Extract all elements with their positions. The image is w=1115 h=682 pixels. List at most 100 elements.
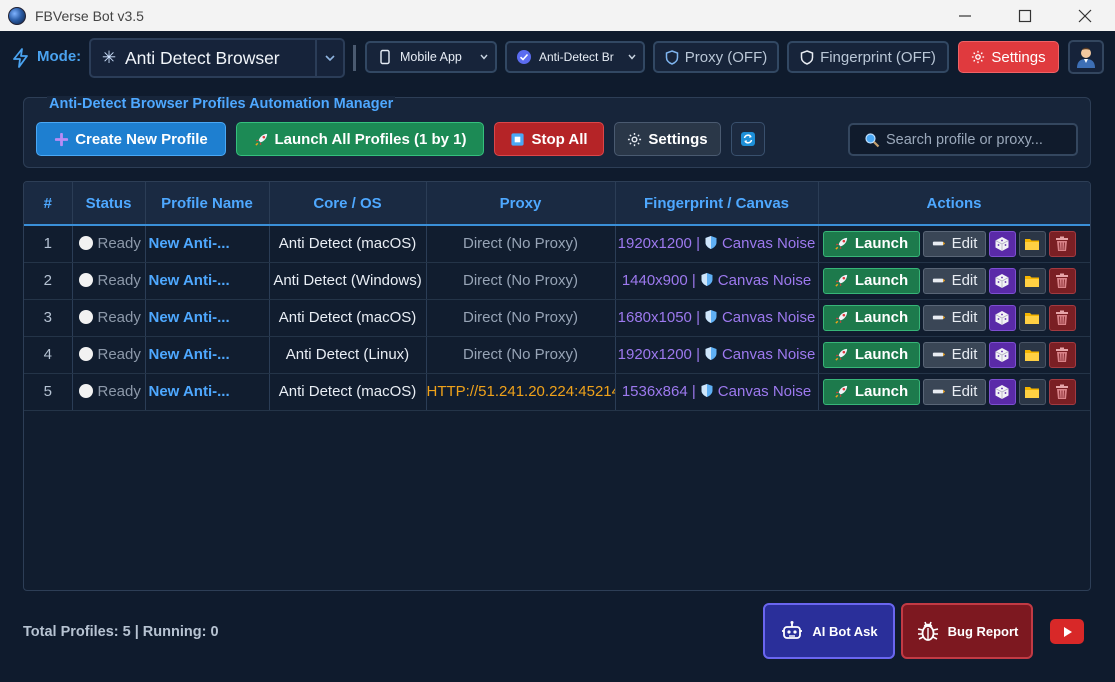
randomize-button[interactable] (988, 267, 1016, 294)
randomize-button[interactable] (988, 304, 1016, 331)
maximize-button[interactable] (995, 0, 1055, 31)
app-type-select[interactable]: Mobile App (365, 41, 497, 73)
delete-button[interactable] (1048, 267, 1076, 294)
table-row[interactable]: 4 Ready New Anti-... Anti Detect (Linux)… (24, 336, 1090, 374)
core-select[interactable]: Anti-Detect Br (505, 41, 645, 73)
refresh-button[interactable] (731, 122, 765, 156)
cell-core: Anti Detect (macOS) (278, 235, 417, 253)
table-row[interactable]: 3 Ready New Anti-... Anti Detect (macOS)… (24, 299, 1090, 337)
row-proxy: Direct (No Proxy) (426, 299, 616, 337)
delete-button[interactable] (1048, 341, 1076, 368)
manager-settings-button[interactable]: Settings (614, 122, 721, 156)
column-header[interactable]: Actions (818, 182, 1090, 226)
table-row[interactable]: 2 Ready New Anti-... Anti Detect (Window… (24, 262, 1090, 300)
cell-proxy: Direct (No Proxy) (462, 346, 578, 363)
launch-button[interactable]: Launch (822, 267, 920, 294)
ai-bot-ask-label: AI Bot Ask (812, 623, 878, 639)
launch-button[interactable]: Launch (822, 230, 920, 257)
fingerprint-toggle-button[interactable]: Fingerprint (OFF) (787, 41, 949, 73)
search-input[interactable] (886, 131, 1066, 148)
row-fingerprint: 1536x864 | Canvas Noise (615, 373, 819, 411)
randomize-button[interactable] (988, 230, 1016, 257)
row-profile-name[interactable]: New Anti-... (145, 262, 270, 300)
status-dot-icon (78, 384, 93, 398)
launch-button[interactable]: Launch (822, 341, 920, 368)
phone-icon (380, 49, 390, 65)
launch-all-button[interactable]: Launch All Profiles (1 by 1) (236, 122, 484, 156)
cell-core: Anti Detect (Linux) (285, 346, 410, 363)
proxy-toggle-label: Proxy (OFF) (684, 48, 768, 66)
gear-icon (972, 50, 985, 64)
youtube-button[interactable] (1050, 619, 1084, 644)
row-actions: Launch Edit (818, 336, 1090, 374)
row-profile-name[interactable]: New Anti-... (145, 299, 270, 337)
open-folder-button[interactable] (1018, 341, 1046, 368)
shield-icon (705, 310, 717, 323)
open-folder-button[interactable] (1018, 378, 1046, 405)
row-number: 1 (24, 225, 73, 263)
launch-button[interactable]: Launch (822, 304, 920, 331)
cell-launch: Launch (854, 309, 909, 326)
column-header[interactable]: # (24, 182, 73, 226)
randomize-button[interactable] (988, 378, 1016, 405)
column-header[interactable]: Core / OS (269, 182, 427, 226)
table-row[interactable]: 1 Ready New Anti-... Anti Detect (macOS)… (24, 225, 1090, 263)
edit-button[interactable]: Edit (922, 230, 986, 257)
launch-button[interactable]: Launch (822, 378, 920, 405)
folder-icon (1025, 275, 1039, 287)
open-folder-button[interactable] (1018, 267, 1046, 294)
row-profile-name[interactable]: New Anti-... (145, 373, 270, 411)
row-core-os: Anti Detect (macOS) (269, 225, 427, 263)
randomize-button[interactable] (988, 341, 1016, 368)
manager-settings-label: Settings (648, 130, 708, 148)
maximize-icon (1018, 9, 1032, 22)
column-header[interactable]: Status (72, 182, 146, 226)
edit-button[interactable]: Edit (922, 341, 986, 368)
delete-button[interactable] (1048, 230, 1076, 257)
cell-res: 1920x1200 (617, 346, 692, 363)
rocket-icon (835, 238, 847, 250)
search-box[interactable] (848, 123, 1078, 156)
table-header-row: # Status Profile Name Core / OS Proxy Fi… (24, 182, 1090, 226)
proxy-toggle-button[interactable]: Proxy (OFF) (653, 41, 779, 73)
cell-num: 2 (43, 272, 52, 289)
column-header[interactable]: Profile Name (145, 182, 270, 226)
mode-dropdown-toggle[interactable] (315, 40, 343, 76)
column-header[interactable]: Proxy (426, 182, 616, 226)
edit-button[interactable]: Edit (922, 304, 986, 331)
open-folder-button[interactable] (1018, 304, 1046, 331)
row-core-os: Anti Detect (Linux) (269, 336, 427, 374)
status-dot-icon (78, 347, 93, 361)
cell-proxy: Direct (No Proxy) (462, 235, 578, 253)
cell-core: Anti Detect (macOS) (278, 309, 417, 326)
user-avatar-button[interactable] (1068, 40, 1104, 74)
folder-icon (1025, 312, 1039, 324)
delete-button[interactable] (1048, 378, 1076, 405)
status-dot-icon (78, 273, 93, 287)
row-core-os: Anti Detect (macOS) (269, 373, 427, 411)
minimize-button[interactable] (935, 0, 995, 31)
close-button[interactable] (1055, 0, 1115, 31)
table-row[interactable]: 5 Ready New Anti-... Anti Detect (macOS)… (24, 373, 1090, 411)
row-status: Ready (72, 373, 146, 411)
stop-all-button[interactable]: Stop All (494, 122, 604, 156)
cell-status: Ready (97, 309, 141, 326)
mode-select[interactable]: ✳ Anti Detect Browser (89, 38, 345, 78)
youtube-icon (1064, 626, 1072, 637)
column-header[interactable]: Fingerprint / Canvas (615, 182, 819, 226)
ai-bot-ask-button[interactable]: AI Bot Ask (763, 603, 895, 659)
cell-num: 4 (43, 346, 52, 363)
check-circle-icon (517, 50, 531, 64)
row-profile-name[interactable]: New Anti-... (145, 336, 270, 374)
edit-button[interactable]: Edit (922, 267, 986, 294)
cell-name: New Anti-... (148, 235, 230, 253)
bug-report-button[interactable]: Bug Report (901, 603, 1033, 659)
delete-button[interactable] (1048, 304, 1076, 331)
open-folder-button[interactable] (1018, 230, 1046, 257)
dice-icon (995, 347, 1009, 362)
row-profile-name[interactable]: New Anti-... (145, 225, 270, 263)
edit-button[interactable]: Edit (922, 378, 986, 405)
create-profile-button[interactable]: Create New Profile (36, 122, 226, 156)
settings-button[interactable]: Settings (958, 41, 1059, 73)
row-number: 4 (24, 336, 73, 374)
